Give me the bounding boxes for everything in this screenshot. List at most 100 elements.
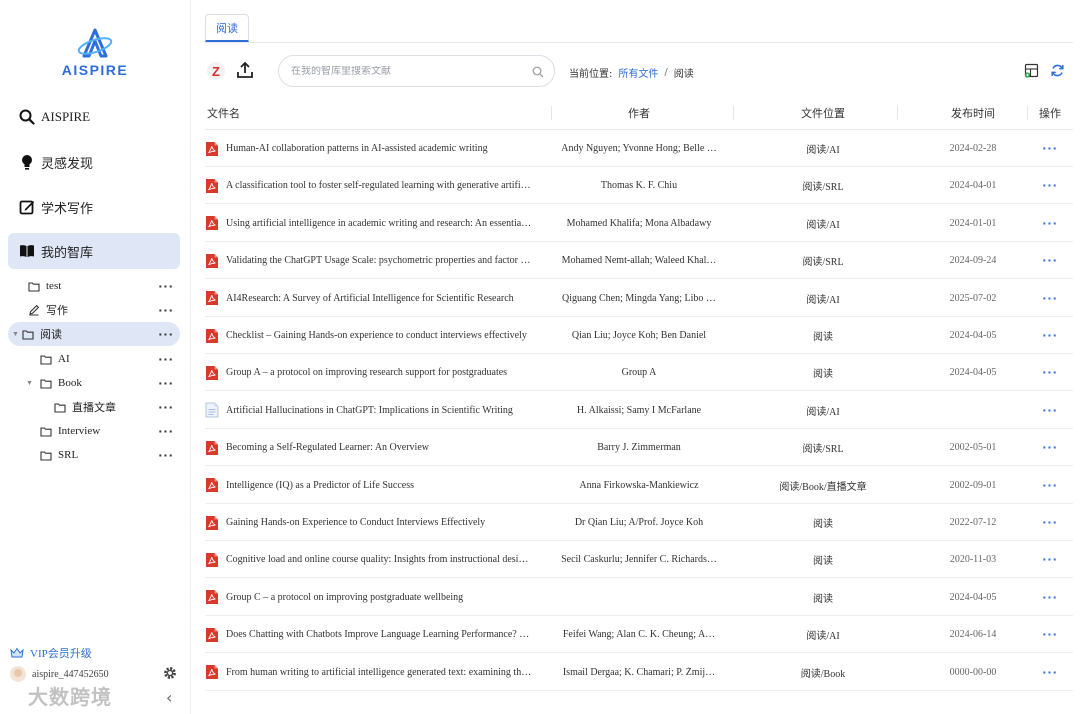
tree-label: 直播文章 [72,402,116,414]
logo[interactable]: AISPIRE [58,28,132,78]
row-more-button[interactable]: ··· [1035,429,1065,466]
column-divider[interactable] [1027,106,1028,120]
pdf-file-icon [205,215,219,231]
table-row[interactable]: Validating the ChatGPT Usage Scale: psyc… [205,242,1073,280]
location-cell: 阅读/AI [745,280,901,317]
table-row[interactable]: Checklist – Gaining Hands-on experience … [205,317,1073,354]
tree-label: SRL [58,449,79,461]
search-icon[interactable] [532,65,544,83]
tree-more-button[interactable]: ··· [158,443,174,467]
search-input[interactable] [291,65,531,77]
tree-item-srl[interactable]: SRL [30,443,78,467]
file-name-cell[interactable]: Cognitive load and online course quality… [205,541,545,578]
column-header-name[interactable]: 文件名 [207,96,240,130]
row-more-button[interactable]: ··· [1035,654,1065,691]
row-more-button[interactable]: ··· [1035,354,1065,391]
table-row[interactable]: Using artificial intelligence in academi… [205,205,1073,242]
table-row[interactable]: Artificial Hallucinations in ChatGPT: Im… [205,392,1073,429]
collapse-sidebar-icon[interactable]: ‹ [166,688,172,707]
table-row[interactable]: Gaining Hands-on Experience to Conduct I… [205,504,1073,541]
table-row[interactable]: Intelligence (IQ) as a Predictor of Life… [205,467,1073,504]
file-name-cell[interactable]: Validating the ChatGPT Usage Scale: psyc… [205,242,545,279]
table-row[interactable]: From human writing to artificial intelli… [205,654,1073,691]
file-name-cell[interactable]: Group C – a protocol on improving postgr… [205,579,545,616]
row-more-button[interactable]: ··· [1035,242,1065,279]
file-name-cell[interactable]: Artificial Hallucinations in ChatGPT: Im… [205,392,545,429]
table-header: 文件名 作者 文件位置 发布时间 操作 [205,96,1073,130]
tree-more-button[interactable]: ··· [158,395,174,419]
file-name-cell[interactable]: Gaining Hands-on Experience to Conduct I… [205,504,545,541]
row-more-button[interactable]: ··· [1035,467,1065,504]
vip-upgrade-link[interactable]: VIP会员升级 [10,645,92,661]
tree-more-button[interactable]: ··· [158,274,174,298]
author-cell: Andy Nguyen; Yvonne Hong; Belle … [557,130,721,167]
nav-item-my-library[interactable]: 我的智库 [8,233,180,269]
row-more-button[interactable]: ··· [1035,541,1065,578]
nav-item-writing[interactable]: 学术写作 [8,189,180,225]
nav-item-aispire[interactable]: AISPIRE [8,99,180,135]
tab-reading[interactable]: 阅读 [205,14,249,42]
file-name-cell[interactable]: Group A – a protocol on improving resear… [205,354,545,391]
table-row[interactable]: Does Chatting with Chatbots Improve Lang… [205,616,1073,654]
tree-more-button[interactable]: ··· [158,347,174,371]
file-name-cell[interactable]: A classification tool to foster self-reg… [205,167,545,204]
file-name-cell[interactable]: Checklist – Gaining Hands-on experience … [205,317,545,354]
caret-down-icon[interactable]: ▼ [26,379,40,387]
caret-down-icon[interactable]: ▼ [12,330,22,338]
tree-more-button[interactable]: ··· [158,322,174,346]
tree-more-button[interactable]: ··· [158,419,174,443]
zotero-import-button[interactable]: Z [207,62,225,80]
row-more-button[interactable]: ··· [1035,205,1065,242]
gear-icon[interactable] [163,666,177,685]
table-row[interactable]: Group A – a protocol on improving resear… [205,354,1073,392]
file-name-cell[interactable]: Becoming a Self-Regulated Learner: An Ov… [205,429,545,466]
tree-item-book[interactable]: ▼ Book [26,371,82,395]
location-cell: 阅读/Book [745,654,901,691]
file-name-cell[interactable]: Does Chatting with Chatbots Improve Lang… [205,616,545,653]
tree-item-live-articles[interactable]: 直播文章 [44,395,116,419]
table-row[interactable]: Becoming a Self-Regulated Learner: An Ov… [205,429,1073,467]
column-divider[interactable] [551,106,552,120]
row-more-button[interactable]: ··· [1035,504,1065,541]
tree-item-reading[interactable]: ▼ 阅读 [12,322,62,346]
row-more-button[interactable]: ··· [1035,130,1065,167]
user-info[interactable]: aispire_447452650 [10,666,109,682]
column-divider[interactable] [733,106,734,120]
add-table-icon[interactable] [1024,63,1039,83]
bulb-icon [18,153,36,171]
file-name-cell[interactable]: Intelligence (IQ) as a Predictor of Life… [205,467,545,504]
file-name-cell[interactable]: Human-AI collaboration patterns in AI-as… [205,130,545,167]
column-header-date[interactable]: 发布时间 [911,96,1035,130]
file-name-cell[interactable]: AI4Research: A Survey of Artificial Inte… [205,280,545,317]
nav-item-inspiration[interactable]: 灵感发现 [8,144,180,180]
upload-icon[interactable] [235,60,255,85]
row-more-button[interactable]: ··· [1035,392,1065,429]
breadcrumb-root-link[interactable]: 所有文件 [618,65,658,80]
row-more-button[interactable]: ··· [1035,280,1065,317]
row-more-button[interactable]: ··· [1035,167,1065,204]
tree-more-button[interactable]: ··· [158,298,174,322]
tree-item-ai[interactable]: AI [30,347,70,371]
table-row[interactable]: Cognitive load and online course quality… [205,541,1073,579]
row-more-button[interactable]: ··· [1035,616,1065,653]
author-cell: Feifei Wang; Alan C. K. Cheung; A… [557,616,721,653]
row-more-button[interactable]: ··· [1035,317,1065,354]
file-name-cell[interactable]: Using artificial intelligence in academi… [205,205,545,242]
tree-item-test[interactable]: test [18,274,61,298]
location-cell: 阅读/SRL [745,167,901,204]
table-row[interactable]: A classification tool to foster self-reg… [205,167,1073,205]
pdf-file-icon [205,365,219,381]
column-header-location[interactable]: 文件位置 [745,96,901,130]
table-row[interactable]: AI4Research: A Survey of Artificial Inte… [205,280,1073,317]
row-more-button[interactable]: ··· [1035,579,1065,616]
nav-label: 灵感发现 [41,155,94,171]
tree-item-writing[interactable]: 写作 [18,298,68,322]
table-row[interactable]: Group C – a protocol on improving postgr… [205,579,1073,616]
column-header-author[interactable]: 作者 [557,96,721,130]
refresh-icon[interactable] [1050,63,1065,83]
table-row[interactable]: Human-AI collaboration patterns in AI-as… [205,130,1073,167]
column-divider[interactable] [897,106,898,120]
tree-more-button[interactable]: ··· [158,371,174,395]
file-name-cell[interactable]: From human writing to artificial intelli… [205,654,545,691]
tree-item-interview[interactable]: Interview [30,419,100,443]
